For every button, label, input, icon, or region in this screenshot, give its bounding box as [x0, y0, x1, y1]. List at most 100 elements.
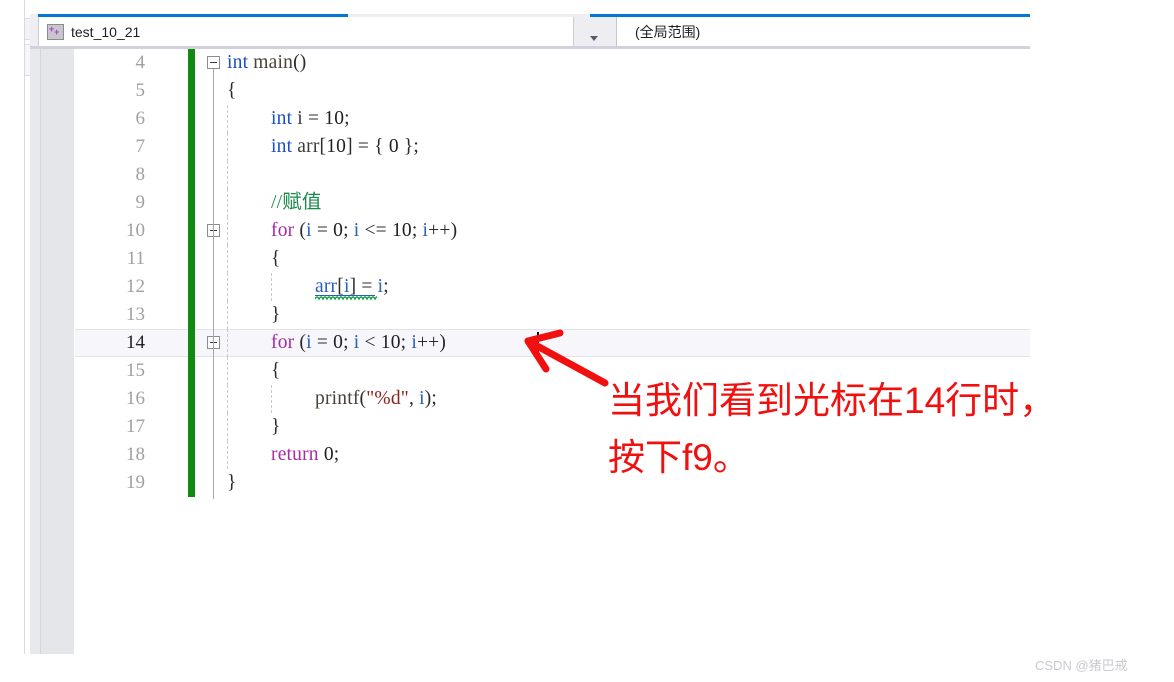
rail-divider	[24, 0, 25, 682]
document-tabstrip: + + test_10_21 (全局范围)	[30, 14, 1031, 49]
token: <=	[359, 220, 392, 241]
token: {	[227, 80, 237, 101]
change-indicator-bar	[188, 133, 195, 161]
token: ;	[344, 108, 350, 129]
token: main	[253, 52, 294, 73]
token: (	[294, 332, 307, 353]
editor-window: + + test_10_21 (全局范围) 4 int main() 5{6 int …	[30, 14, 1031, 659]
code-text: {	[271, 357, 281, 385]
token: arr	[297, 136, 320, 157]
change-indicator-bar	[188, 105, 195, 133]
code-text: for (i = 0; i <= 10; i++)	[271, 217, 457, 245]
token: 10	[326, 136, 347, 157]
scope-selector-value: (全局范围)	[635, 23, 701, 40]
token: );	[424, 388, 438, 409]
token: arr	[315, 276, 338, 297]
indent-guide	[227, 189, 228, 217]
code-text: return 0;	[271, 441, 339, 469]
line-number: 13	[126, 304, 145, 325]
collapse-outline-button[interactable]	[207, 56, 220, 69]
line-number: 11	[126, 248, 145, 269]
token: printf	[315, 388, 360, 409]
token: ;	[411, 220, 423, 241]
line-number: 18	[126, 444, 145, 465]
code-text: {	[227, 77, 237, 105]
indent-guide	[227, 329, 228, 357]
code-line-8[interactable]: 8	[75, 161, 1030, 189]
scope-selector[interactable]: (全局范围)	[616, 17, 1031, 46]
watermark: CSDN @猪巴戒	[1035, 658, 1128, 673]
right-blank-area	[1030, 0, 1174, 682]
token: }	[271, 304, 281, 325]
change-indicator-bar	[188, 469, 195, 497]
change-indicator-bar	[188, 385, 195, 413]
code-line-9[interactable]: 9 //赋值	[75, 189, 1030, 217]
token: ;	[343, 220, 354, 241]
line-number: 14	[126, 332, 145, 353]
token: =	[356, 276, 378, 297]
breakpoint-gutter[interactable]	[41, 49, 74, 659]
change-indicator-bar	[188, 357, 195, 385]
code-line-12[interactable]: 12 arr[i] = i;	[75, 273, 1030, 301]
code-text: printf("%d", i);	[315, 385, 437, 413]
code-line-7[interactable]: 7 int arr[10] = { 0 };	[75, 133, 1030, 161]
token: 10	[380, 332, 401, 353]
indent-guide	[227, 133, 228, 161]
code-lines-container[interactable]: 4 int main() 5{6 int i = 10; 7 int arr[10] = …	[75, 49, 1030, 659]
indent-guide	[227, 217, 228, 245]
tab-dropdown-button[interactable]	[590, 36, 600, 46]
code-text: for (i = 0; i < 10; i++)	[271, 329, 446, 357]
change-indicator-bar	[188, 49, 195, 77]
token: //赋值	[271, 192, 322, 213]
code-line-14[interactable]: 14 for (i = 0; i < 10; i++)	[75, 329, 1030, 357]
change-indicator-bar	[188, 189, 195, 217]
code-text: int main()	[227, 49, 306, 77]
change-indicator-bar	[188, 273, 195, 301]
text-caret	[537, 332, 540, 354]
left-rail: ▸ −	[0, 0, 40, 682]
code-line-10[interactable]: 10 for (i = 0; i <= 10; i++)	[75, 217, 1030, 245]
tab-test_10_21[interactable]: + + test_10_21	[38, 17, 574, 46]
indent-guide	[227, 161, 228, 189]
code-text: }	[271, 413, 281, 441]
token: =	[311, 220, 334, 241]
change-indicator-bar	[188, 245, 195, 273]
token: =	[302, 108, 325, 129]
line-number: 15	[126, 360, 145, 381]
code-line-6[interactable]: 6 int i = 10;	[75, 105, 1030, 133]
cpp-file-icon: + +	[47, 23, 64, 40]
indent-guide	[227, 245, 228, 273]
token: int	[227, 52, 249, 73]
token: return	[271, 444, 319, 465]
token: for	[271, 220, 295, 241]
indicator-margin[interactable]	[30, 49, 41, 659]
indent-guide	[227, 413, 228, 441]
change-indicator-bar	[188, 77, 195, 105]
code-line-4[interactable]: 4 int main()	[75, 49, 1030, 77]
line-number: 7	[135, 136, 146, 157]
token: {	[271, 360, 281, 381]
outline-guide-line	[213, 69, 214, 499]
code-text: }	[227, 469, 237, 497]
code-pane[interactable]: 4 int main() 5{6 int i = 10; 7 int arr[10] = …	[30, 49, 1030, 659]
token: ,	[408, 388, 420, 409]
token: ()	[293, 52, 307, 73]
code-line-5[interactable]: 5{	[75, 77, 1030, 105]
indent-guide	[271, 385, 272, 413]
indent-guide	[227, 441, 228, 469]
plus-glyph-2: +	[54, 26, 60, 37]
indent-guide	[227, 273, 228, 301]
line-number: 12	[126, 276, 145, 297]
token: <	[359, 332, 381, 353]
code-line-11[interactable]: 11 {	[75, 245, 1030, 273]
token: }	[271, 416, 281, 437]
token: int	[271, 108, 293, 129]
token: for	[271, 332, 295, 353]
code-line-13[interactable]: 13}	[75, 301, 1030, 329]
token: 10	[391, 220, 412, 241]
token: (	[294, 220, 307, 241]
token: 0	[323, 444, 334, 465]
token: ;	[343, 332, 354, 353]
line-number: 16	[126, 388, 145, 409]
indent-guide	[227, 105, 228, 133]
